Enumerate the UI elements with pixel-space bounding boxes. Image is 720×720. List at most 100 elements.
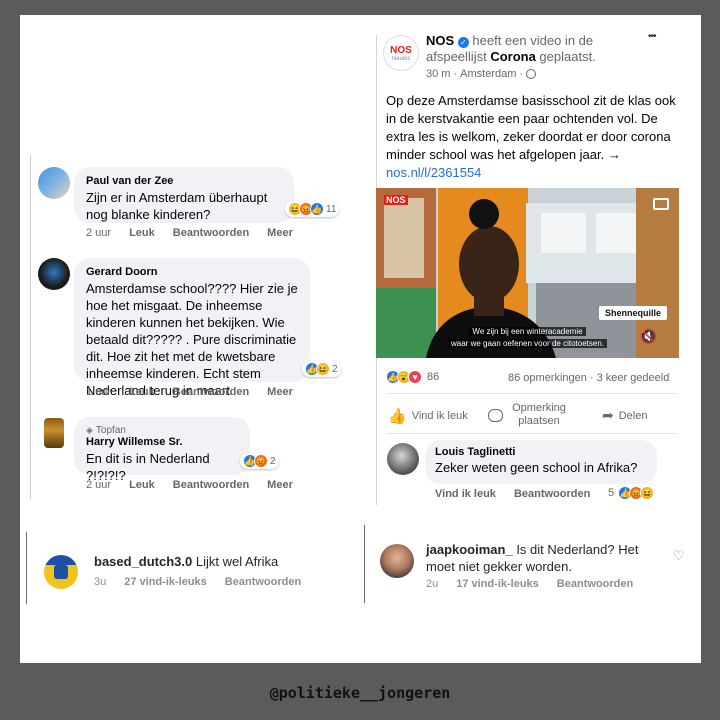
more-link[interactable]: Meer	[267, 479, 293, 491]
reply-link[interactable]: Beantwoorden	[173, 479, 249, 491]
post-link[interactable]: nos.nl/l/2361554	[386, 165, 481, 180]
like-icon: 👍	[310, 202, 324, 216]
reaction-count: 11	[326, 203, 337, 215]
reaction-count: 86	[427, 371, 440, 383]
like-label: Vind ik leuk	[411, 410, 468, 422]
ig-likes[interactable]: 27 vind-ik-leuks	[124, 576, 207, 588]
badge-label: Topfan	[95, 425, 126, 436]
ig-comment-text: jaapkooiman_ Is dit Nederland? Het moet …	[426, 541, 658, 575]
video-brand: NOS	[384, 195, 408, 205]
reactions-badge[interactable]: 😆 😡 👍 11	[285, 201, 340, 217]
ig-time[interactable]: 3u	[94, 576, 106, 588]
reaction-count: 2	[270, 455, 276, 467]
watermark: @politieke__jongeren	[269, 684, 451, 702]
comment-meta: 2 uur Leuk Beantwoorden Meer	[86, 479, 293, 491]
comments-count[interactable]: 86 opmerkingen	[508, 372, 587, 384]
avatar[interactable]	[44, 418, 64, 448]
post-comment-button[interactable]: Opmerking plaatsen	[488, 402, 570, 428]
video-player[interactable]: NOS Shennequille We zijn bij een wintera…	[376, 188, 679, 358]
reaction-count: 2	[332, 363, 338, 375]
reactions-badge[interactable]: 👍 😡 2	[240, 453, 279, 469]
more-options-icon[interactable]: •••	[648, 31, 656, 42]
post-time[interactable]: 30 m	[426, 68, 450, 80]
post-location[interactable]: Amsterdam	[460, 68, 516, 80]
topfan-badge: ◈ Topfan	[86, 425, 238, 436]
ig-likes[interactable]: 17 vind-ik-leuks	[456, 578, 539, 590]
avatar[interactable]	[38, 258, 70, 290]
post-reactions[interactable]: 👍 😮 ♥ 86	[386, 370, 439, 384]
love-icon: ♥	[408, 370, 422, 384]
ig-comment-text: based_dutch3.0 Lijkt wel Afrika	[94, 553, 354, 571]
comment-author[interactable]: Gerard Doorn	[86, 266, 298, 278]
reactions-badge[interactable]: 👍 😆 2	[302, 361, 341, 377]
post-header: NOS ✓ heeft een video in de afspeellijst…	[426, 33, 656, 65]
ig-username[interactable]: jaapkooiman_	[426, 542, 513, 557]
avatar[interactable]	[38, 167, 70, 199]
post-like-button[interactable]: 👍 Vind ik leuk	[388, 407, 468, 425]
avatar[interactable]	[44, 555, 78, 589]
comment-time[interactable]: 1 uur	[86, 386, 111, 398]
comment-meta: Vind ik leuk Beantwoorden	[435, 488, 590, 500]
like-link[interactable]: Leuk	[129, 227, 155, 239]
comment-text: Zeker weten geen school in Afrika?	[435, 460, 638, 475]
reply-link[interactable]: Beantwoorden	[173, 227, 249, 239]
more-link[interactable]: Meer	[267, 227, 293, 239]
ig-right-divider	[364, 525, 365, 603]
like-link[interactable]: Leuk	[129, 479, 155, 491]
heart-icon[interactable]: ♡	[673, 548, 685, 564]
comment-meta: 2 uur Leuk Beantwoorden Meer	[86, 227, 293, 239]
post-body: Op deze Amsterdamse basisschool zit de k…	[386, 92, 682, 182]
globe-icon	[526, 69, 537, 79]
post-counts: 86 opmerkingen · 3 keer gedeeld	[508, 372, 670, 384]
nos-logo-text: NOS	[390, 44, 412, 56]
volume-icon[interactable]: 🔇	[640, 328, 657, 345]
comment-time[interactable]: 2 uur	[86, 479, 111, 491]
stats-divider	[386, 393, 676, 394]
reply-link[interactable]: Beantwoorden	[173, 386, 249, 398]
comment-author[interactable]: Louis Taglinetti	[435, 446, 647, 458]
post-author[interactable]: NOS	[426, 33, 454, 48]
comment-bubble: Gerard Doorn Amsterdamse school???? Hier…	[74, 258, 310, 398]
post-meta: 30 m · Amsterdam ·	[426, 68, 537, 80]
haha-icon: 😆	[640, 486, 655, 500]
post-share-button[interactable]: ➦ Delen	[602, 407, 647, 424]
like-link[interactable]: Vind ik leuk	[435, 488, 496, 500]
comment-time[interactable]: 2 uur	[86, 227, 111, 239]
like-link[interactable]: Leuk	[129, 386, 155, 398]
post-action-end: geplaatst.	[535, 49, 596, 64]
left-divider	[30, 155, 31, 500]
haha-icon: 😆	[316, 362, 330, 376]
share-icon: ➦	[602, 407, 614, 423]
playlist-link[interactable]: Corona	[490, 49, 536, 64]
reply-link[interactable]: Beantwoorden	[514, 488, 590, 500]
video-subtitles: We zijn bij een winteracademie waar we g…	[376, 326, 679, 350]
share-label: Delen	[618, 409, 648, 422]
reactions-badge[interactable]: 5 👍 😡 😆	[608, 486, 655, 500]
ig-left-divider	[26, 532, 27, 604]
screenshot-collage: Paul van der Zee Zijn er in Amsterdam üb…	[20, 15, 701, 663]
comment-author[interactable]: Harry Willemse Sr.	[86, 436, 238, 448]
comment-bubble: Louis Taglinetti Zeker weten geen school…	[425, 440, 657, 484]
ig-reply[interactable]: Beantwoorden	[225, 576, 301, 588]
cast-icon[interactable]	[653, 198, 669, 210]
comment-bubble: ◈ Topfan Harry Willemse Sr. En dit is in…	[74, 417, 250, 483]
ig-comment-meta: 3u 27 vind-ik-leuks Beantwoorden	[94, 576, 301, 588]
reaction-count: 5	[608, 487, 615, 499]
avatar[interactable]	[387, 443, 419, 475]
subtitle-line-2: waar we gaan oefenen voor de citotoetsen…	[448, 339, 607, 348]
ig-reply[interactable]: Beantwoorden	[557, 578, 633, 590]
comment-label: Opmerking plaatsen	[512, 402, 566, 427]
more-link[interactable]: Meer	[267, 386, 293, 398]
shares-count[interactable]: 3 keer gedeeld	[597, 372, 670, 384]
ig-comment-meta: 2u 17 vind-ik-leuks Beantwoorden	[426, 578, 633, 590]
avatar[interactable]	[380, 544, 414, 578]
nos-logo[interactable]: NOS nieuws	[383, 35, 419, 71]
post-text: Op deze Amsterdamse basisschool zit de k…	[386, 93, 676, 162]
subtitle-line-1: We zijn bij een winteracademie	[469, 327, 586, 336]
ig-username[interactable]: based_dutch3.0	[94, 554, 192, 569]
actions-divider	[386, 433, 676, 434]
comment-author[interactable]: Paul van der Zee	[86, 175, 282, 187]
nos-logo-sub: nieuws	[391, 55, 411, 62]
ig-time[interactable]: 2u	[426, 578, 438, 590]
lion-icon	[54, 565, 68, 579]
